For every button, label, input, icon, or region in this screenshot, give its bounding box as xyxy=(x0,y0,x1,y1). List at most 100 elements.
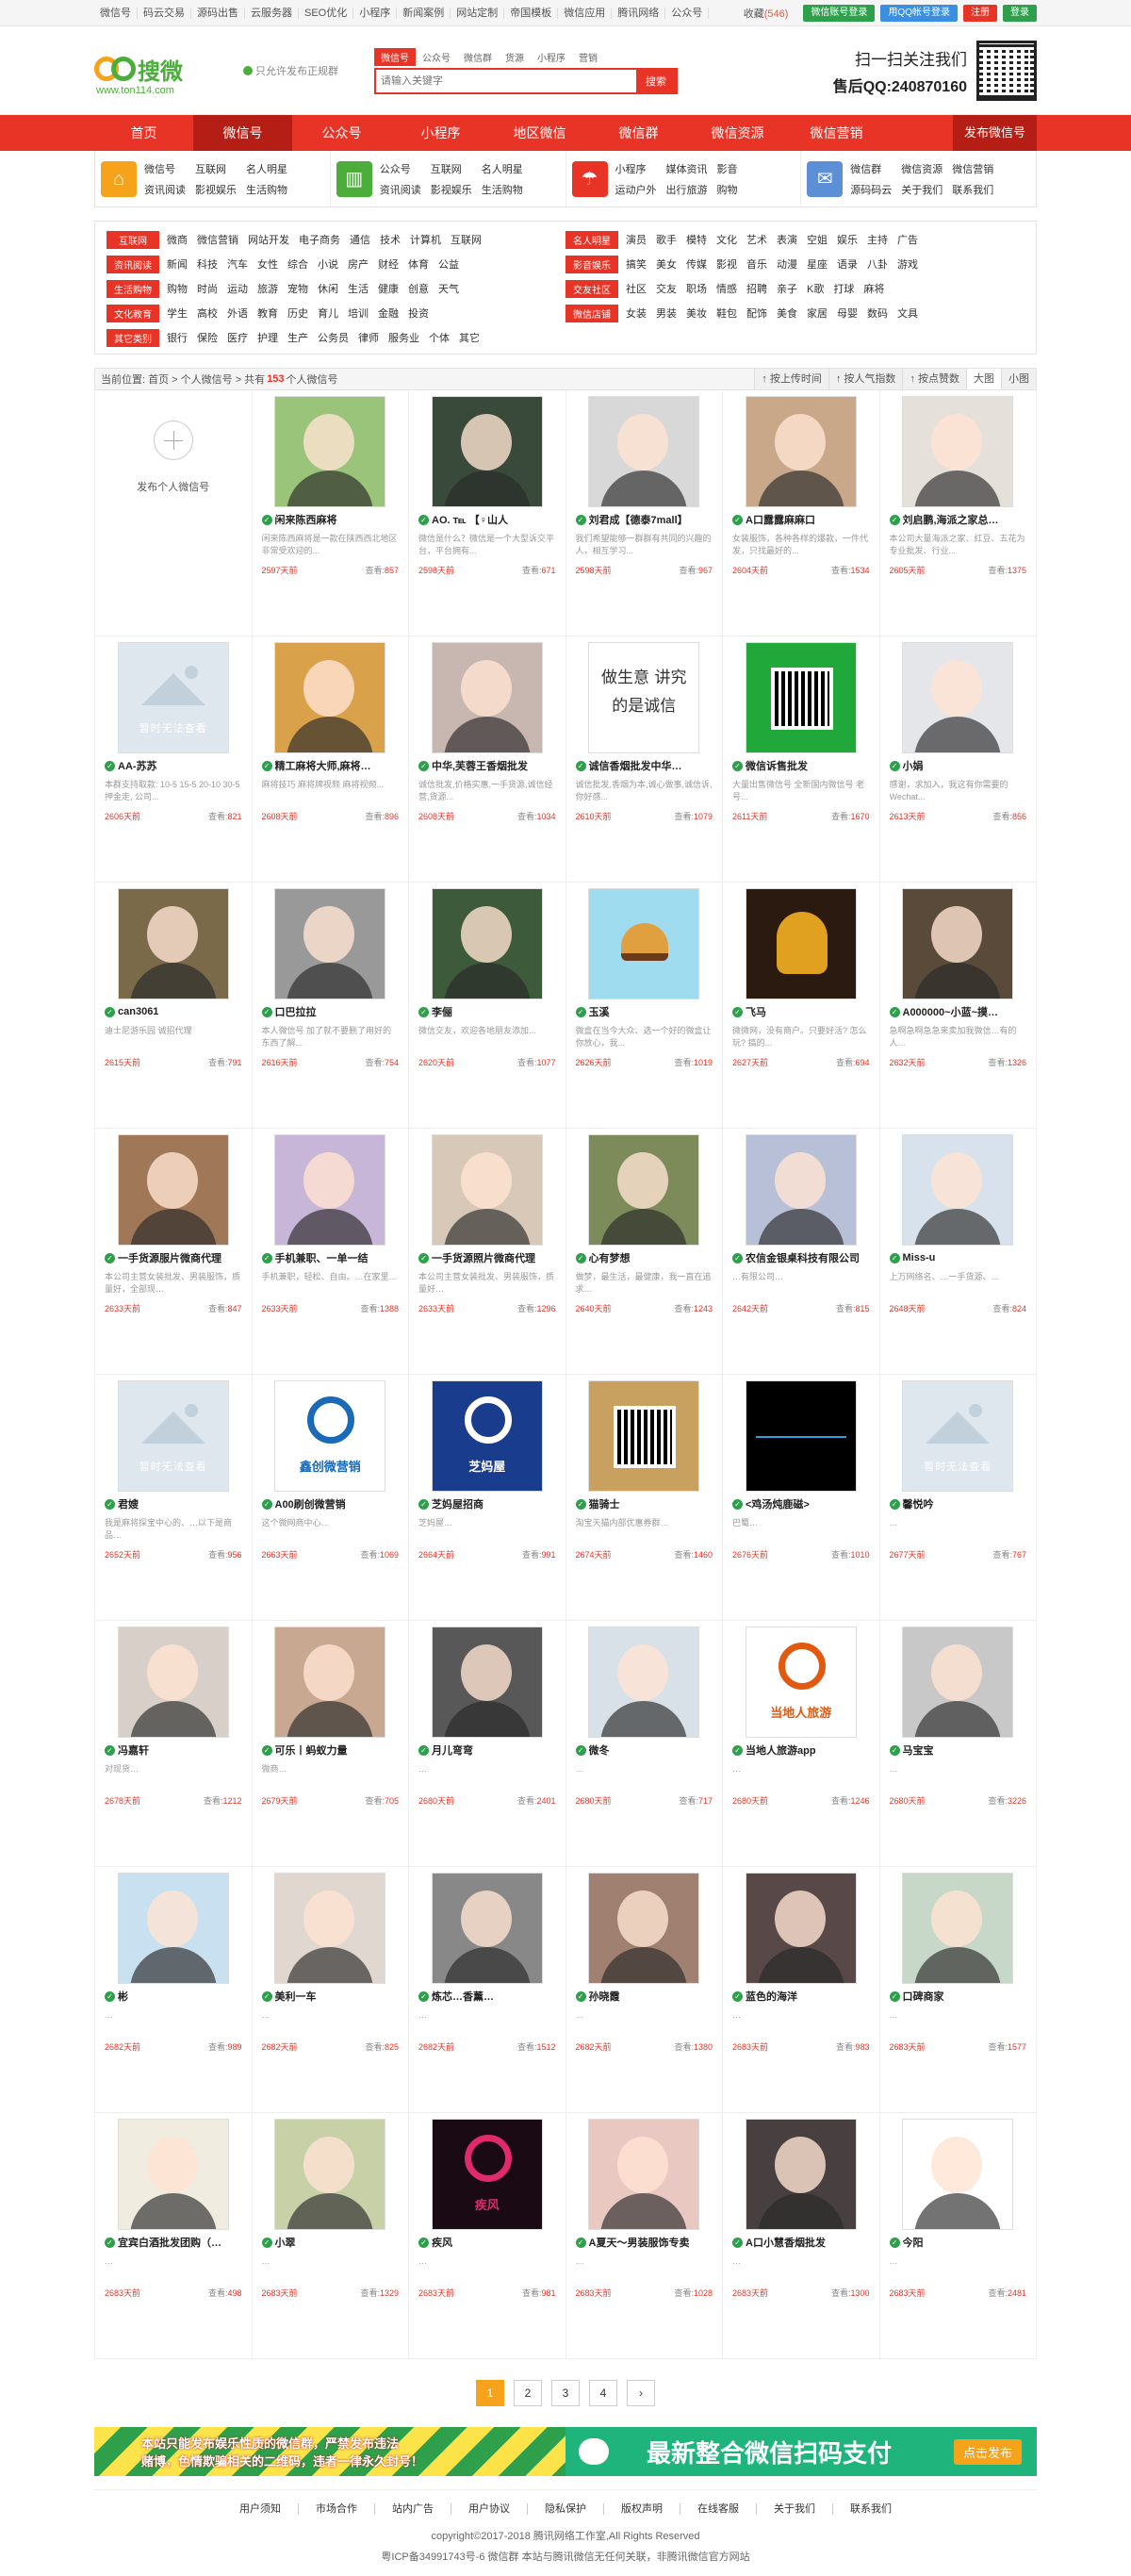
sort-option[interactable]: 小图 xyxy=(1001,369,1036,389)
card-name[interactable]: A口小慧香烟批发 xyxy=(746,2235,826,2250)
wechat-card[interactable]: ✓ 今阳 … 2683天前 查看:2481 xyxy=(879,2113,1037,2359)
category-link[interactable]: 微信资源 xyxy=(901,161,942,176)
category-link[interactable]: 运动户外 xyxy=(615,182,657,197)
tag-link[interactable]: 医疗 xyxy=(227,330,248,345)
card-name[interactable]: 小翠 xyxy=(275,2235,296,2250)
wechat-card[interactable]: ✓ 中华,芙蓉王香烟批发 诚信批发,价格实惠,一手货源,诚信经营,货源... 2608… xyxy=(409,636,566,883)
tag-link[interactable]: 演员 xyxy=(626,232,647,247)
card-name[interactable]: 美利一车 xyxy=(275,1989,317,2004)
category-link[interactable]: 媒体资讯 xyxy=(666,161,708,176)
card-thumbnail[interactable] xyxy=(745,1134,857,1246)
category-link[interactable]: 公众号 xyxy=(380,161,421,176)
wechat-card[interactable]: ✓ 心有梦想 做梦，最生活，最健康，我一直在追求… 2640天前 查看:1243 xyxy=(566,1129,723,1375)
tag-link[interactable]: 音乐 xyxy=(746,256,767,272)
card-thumbnail[interactable] xyxy=(588,1380,700,1492)
category-link[interactable]: 生活购物 xyxy=(482,182,523,197)
wechat-card[interactable]: ✓ can3061 迪士尼游乐园 诚招代理 2615天前 查看:791 xyxy=(95,883,253,1129)
category-link[interactable]: 资讯阅读 xyxy=(380,182,421,197)
category-link[interactable]: 生活购物 xyxy=(246,182,287,197)
wechat-card[interactable]: ✓ 美利一车 … 2682天前 查看:825 xyxy=(252,1867,409,2113)
wechat-card[interactable]: ✓ A000000~小蓝~摸… 急啊急啊急急来卖加我微信…有的人… 2632天前 查看:… xyxy=(879,883,1037,1129)
wechat-card[interactable]: ✓ <鸡汤炖鹿磁> 巴蜀… 2676天前 查看:1010 xyxy=(723,1375,880,1621)
tag-link[interactable]: 麻将 xyxy=(863,281,884,296)
tag-link[interactable]: 微信营销 xyxy=(197,232,238,247)
tag-link[interactable]: 旅游 xyxy=(257,281,278,296)
tag-category-label[interactable]: 资讯阅读 xyxy=(107,255,159,273)
wechat-card[interactable]: 鑫创微营销 ✓ A00刷创微营销 这个微网商中心… 2663天前 查看:1069 xyxy=(252,1375,409,1621)
tag-link[interactable]: 鞋包 xyxy=(716,305,737,321)
nav-item[interactable]: 地区微信 xyxy=(490,115,589,151)
wechat-card[interactable]: 当地人旅游 ✓ 当地人旅游app … 2680天前 查看:1246 xyxy=(723,1621,880,1867)
tag-category-label[interactable]: 其它类别 xyxy=(107,328,159,347)
publish-wechat-button[interactable]: 发布微信号 xyxy=(952,115,1037,151)
tag-link[interactable]: 星座 xyxy=(807,256,828,272)
tag-category-label[interactable]: 文化教育 xyxy=(107,304,159,322)
search-tab[interactable]: 微信群 xyxy=(457,48,499,66)
card-name[interactable]: 当地人旅游app xyxy=(746,1742,816,1758)
tag-link[interactable]: 电子商务 xyxy=(299,232,340,247)
card-thumbnail[interactable] xyxy=(274,396,386,507)
nav-item[interactable]: 微信群 xyxy=(589,115,688,151)
tag-link[interactable]: 动漫 xyxy=(777,256,797,272)
tag-link[interactable]: 网站开发 xyxy=(248,232,289,247)
card-thumbnail[interactable] xyxy=(431,888,543,999)
search-tab[interactable]: 营销 xyxy=(572,48,604,66)
card-thumbnail[interactable] xyxy=(902,1627,1014,1738)
wechat-card[interactable]: ✓ 微信诉售批发 大量出售微信号 全新国内微信号 老号... 2611天前 查看:167… xyxy=(723,636,880,883)
card-name[interactable]: 冯嘉轩 xyxy=(118,1742,149,1758)
card-name[interactable]: <鸡汤炖鹿磁> xyxy=(746,1496,810,1511)
notice-banner[interactable]: 本站只能发布娱乐性质的微信群，严禁发布违法 赌博，色情欺骗相关的二维码，违者一律… xyxy=(94,2427,566,2476)
wechat-card[interactable]: ✓ Miss-u 上万网络名、…一手货源、… 2648天前 查看:824 xyxy=(879,1129,1037,1375)
tag-link[interactable]: 银行 xyxy=(167,330,188,345)
nav-item[interactable]: 小程序 xyxy=(391,115,490,151)
wechat-card[interactable]: 芝妈屋 ✓ 芝妈屋招商 芝妈屋… 2664天前 查看:991 xyxy=(409,1375,566,1621)
tag-link[interactable]: 学生 xyxy=(167,305,188,321)
tag-link[interactable]: 打球 xyxy=(833,281,854,296)
card-name[interactable]: 君嫂 xyxy=(118,1496,139,1511)
wechat-card[interactable]: 疾风 ✓ 疾风… 2683天前 查看:981 xyxy=(409,2113,566,2359)
category-link[interactable]: 互联网 xyxy=(195,161,237,176)
card-name[interactable]: A口露露麻麻口 xyxy=(746,512,815,527)
category-link[interactable]: 联系我们 xyxy=(952,182,993,197)
tag-link[interactable]: 娱乐 xyxy=(837,232,858,247)
card-name[interactable]: 微信诉售批发 xyxy=(746,758,808,773)
tag-link[interactable]: 招聘 xyxy=(746,281,767,296)
card-name[interactable]: A00刷创微营销 xyxy=(275,1496,346,1511)
page-button[interactable]: 1 xyxy=(476,2380,504,2406)
card-thumbnail[interactable]: 暂时无法查看 xyxy=(902,1380,1014,1492)
tag-link[interactable]: 宠物 xyxy=(287,281,308,296)
card-name[interactable]: 蓝色的海洋 xyxy=(746,1989,797,2004)
wechat-card[interactable]: ✓ 可乐丨蚂蚁力量 微商… 2679天前 查看:705 xyxy=(252,1621,409,1867)
card-name[interactable]: Miss-u xyxy=(903,1252,936,1263)
tag-link[interactable]: 空姐 xyxy=(807,232,828,247)
wechat-card[interactable]: ✓ 微冬 … 2680天前 查看:717 xyxy=(566,1621,723,1867)
publish-cta-button[interactable]: 点击发布 xyxy=(953,2438,1022,2465)
tag-link[interactable]: 健康 xyxy=(378,281,399,296)
wechat-card[interactable]: ✓ 刘启鹏,海派之家总… 本公司大量海派之家、红豆、五花为专业批发、行业... 260… xyxy=(879,390,1037,636)
category-link[interactable]: 影音 xyxy=(717,161,738,176)
card-name[interactable]: 口碑商家 xyxy=(903,1989,944,2004)
card-thumbnail[interactable] xyxy=(274,2119,386,2230)
tag-link[interactable]: 配饰 xyxy=(746,305,767,321)
tag-link[interactable]: 公益 xyxy=(438,256,459,272)
page-button[interactable]: 4 xyxy=(589,2380,617,2406)
tag-link[interactable]: 女性 xyxy=(257,256,278,272)
card-thumbnail[interactable] xyxy=(431,1134,543,1246)
tag-link[interactable]: 投资 xyxy=(408,305,429,321)
card-thumbnail[interactable] xyxy=(117,1873,229,1984)
tag-link[interactable]: 天气 xyxy=(438,281,459,296)
tag-link[interactable]: 职场 xyxy=(686,281,707,296)
tag-category-label[interactable]: 交友社区 xyxy=(566,279,618,298)
tag-link[interactable]: 表演 xyxy=(777,232,797,247)
card-name[interactable]: 手机兼职、一单一结 xyxy=(275,1250,369,1265)
nav-item[interactable]: 微信号 xyxy=(193,115,292,151)
card-name[interactable]: 心有梦想 xyxy=(589,1250,631,1265)
tag-link[interactable]: 女装 xyxy=(626,305,647,321)
tag-link[interactable]: 美妆 xyxy=(686,305,707,321)
tag-link[interactable]: 主持 xyxy=(867,232,888,247)
card-thumbnail[interactable]: 疾风 xyxy=(431,2119,543,2230)
tag-link[interactable]: 亲子 xyxy=(777,281,797,296)
card-thumbnail[interactable] xyxy=(588,1627,700,1738)
tag-link[interactable]: 购物 xyxy=(167,281,188,296)
wechat-card[interactable]: 做生意 讲究的是诚信 ✓ 诚信香烟批发中华… 诚信批发,香烟为本,诚心做事,诚信诉,你… xyxy=(566,636,723,883)
